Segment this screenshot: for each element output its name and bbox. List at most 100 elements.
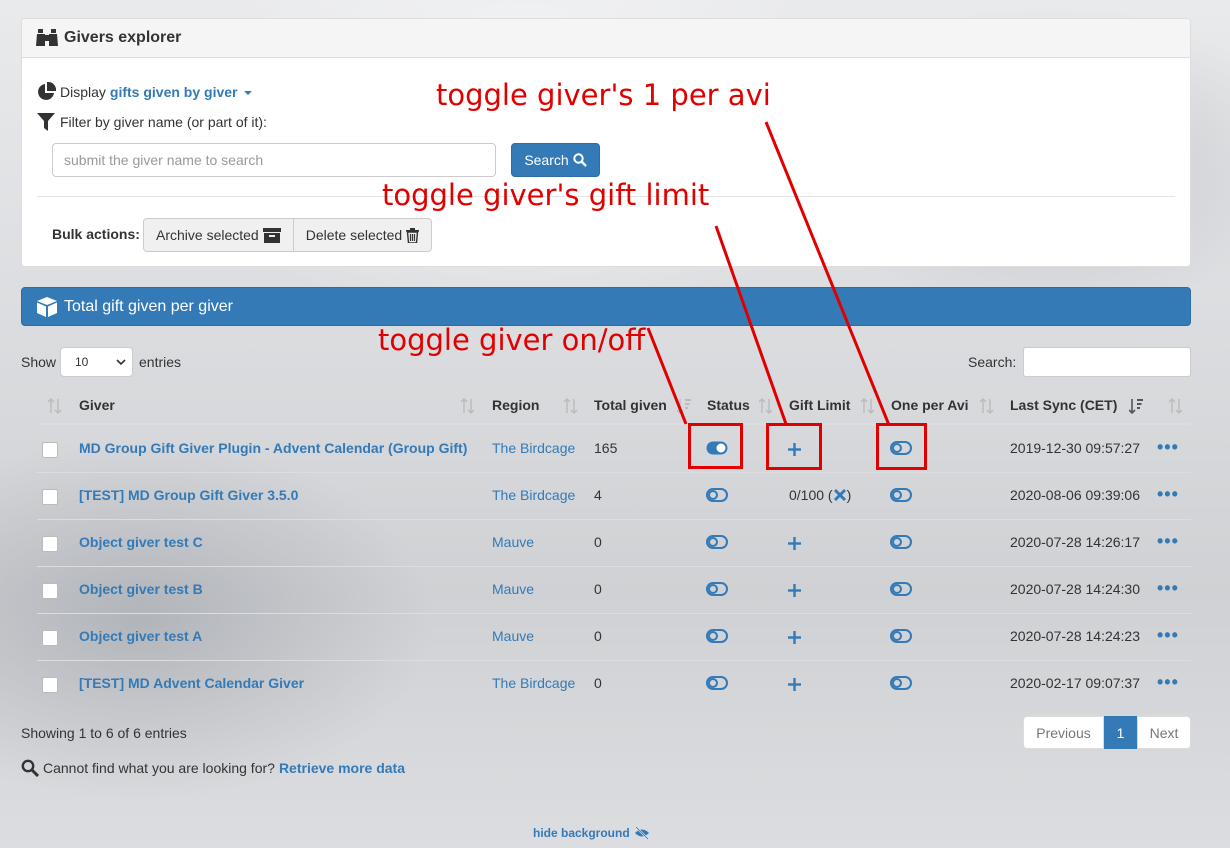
close-icon[interactable] bbox=[833, 488, 847, 502]
sort-desc-icon[interactable] bbox=[677, 398, 691, 414]
one-per-avi-toggle[interactable] bbox=[890, 675, 912, 693]
status-toggle[interactable] bbox=[706, 675, 728, 693]
table-search-input[interactable] bbox=[1023, 347, 1191, 377]
toggle-off-icon bbox=[706, 487, 728, 502]
one-per-avi-toggle[interactable] bbox=[890, 581, 912, 599]
col-status[interactable]: Status bbox=[707, 397, 750, 413]
giver-link[interactable]: Object giver test B bbox=[79, 581, 203, 597]
toggle-off-icon bbox=[890, 534, 912, 549]
entries-select[interactable]: 10 bbox=[60, 347, 133, 377]
giver-link[interactable]: Object giver test C bbox=[79, 534, 203, 550]
status-toggle[interactable] bbox=[706, 487, 728, 505]
show-label: Show bbox=[21, 354, 57, 370]
row-checkbox[interactable] bbox=[42, 582, 58, 599]
retrieve-more-link[interactable]: Retrieve more data bbox=[279, 760, 405, 776]
status-toggle[interactable] bbox=[706, 534, 728, 552]
panel-table-title: Total gift given per giver bbox=[64, 297, 233, 315]
chevron-down-icon bbox=[116, 359, 126, 366]
total-given: 0 bbox=[594, 627, 602, 644]
row-actions-ellipsis-icon[interactable]: ••• bbox=[1157, 484, 1179, 505]
col-last-sync[interactable]: Last Sync (CET) bbox=[1010, 397, 1117, 413]
bulk-actions-label: Bulk actions: bbox=[52, 226, 140, 242]
col-total-given[interactable]: Total given bbox=[594, 397, 667, 413]
previous-button[interactable]: Previous bbox=[1023, 716, 1104, 749]
sort-icon[interactable] bbox=[759, 398, 773, 414]
search-button[interactable]: Search bbox=[511, 143, 600, 177]
gift-limit-toggle[interactable]: + bbox=[788, 583, 801, 600]
region-link[interactable]: Mauve bbox=[492, 534, 534, 550]
region-link[interactable]: The Birdcage bbox=[492, 487, 575, 503]
pie-chart-icon bbox=[38, 82, 56, 100]
sort-icon[interactable] bbox=[1169, 398, 1183, 414]
total-given: 0 bbox=[594, 674, 602, 691]
annotation-one-per-avi: toggle giver's 1 per avi bbox=[436, 78, 771, 112]
sort-desc-icon[interactable] bbox=[1129, 398, 1143, 414]
total-given: 0 bbox=[594, 580, 602, 597]
filter-icon bbox=[37, 113, 55, 131]
display-row: Display gifts given by giver bbox=[36, 82, 252, 102]
plus-icon bbox=[788, 677, 801, 691]
row-checkbox[interactable] bbox=[42, 441, 58, 458]
giver-link[interactable]: [TEST] MD Group Gift Giver 3.5.0 bbox=[79, 487, 298, 503]
col-region[interactable]: Region bbox=[492, 397, 539, 413]
one-per-avi-toggle[interactable] bbox=[890, 487, 912, 505]
total-given: 0 bbox=[594, 533, 602, 550]
delete-label: Delete selected bbox=[305, 227, 403, 243]
entries-value: 10 bbox=[75, 355, 89, 369]
one-per-avi-toggle[interactable] bbox=[890, 534, 912, 552]
row-actions-ellipsis-icon[interactable]: ••• bbox=[1157, 672, 1179, 693]
sort-icon[interactable] bbox=[48, 398, 62, 414]
toggle-off-icon bbox=[706, 675, 728, 690]
col-gift-limit[interactable]: Gift Limit bbox=[789, 397, 850, 413]
row-actions-ellipsis-icon[interactable]: ••• bbox=[1157, 531, 1179, 552]
next-button[interactable]: Next bbox=[1137, 716, 1191, 749]
giver-link[interactable]: MD Group Gift Giver Plugin - Advent Cale… bbox=[79, 440, 467, 456]
search-icon bbox=[21, 759, 39, 777]
giver-link[interactable]: Object giver test A bbox=[79, 628, 202, 644]
last-sync: 2020-08-06 09:39:06 bbox=[1010, 486, 1140, 503]
last-sync: 2020-07-28 14:24:30 bbox=[1010, 580, 1140, 597]
giver-link[interactable]: [TEST] MD Advent Calendar Giver bbox=[79, 675, 304, 691]
sort-icon[interactable] bbox=[980, 398, 994, 414]
toggle-off-icon bbox=[890, 675, 912, 690]
gift-limit-toggle[interactable]: + bbox=[788, 677, 801, 694]
row-divider bbox=[37, 613, 1191, 614]
last-sync: 2020-07-28 14:26:17 bbox=[1010, 533, 1140, 550]
row-actions-ellipsis-icon[interactable]: ••• bbox=[1157, 625, 1179, 646]
row-checkbox[interactable] bbox=[42, 535, 58, 552]
col-one-per-avi[interactable]: One per Avi bbox=[891, 397, 969, 413]
col-giver[interactable]: Giver bbox=[79, 397, 115, 413]
display-label: Display bbox=[60, 84, 106, 100]
status-toggle[interactable] bbox=[706, 628, 728, 646]
region-link[interactable]: Mauve bbox=[492, 628, 534, 644]
giver-search-input[interactable] bbox=[52, 143, 496, 177]
toggle-off-icon bbox=[890, 487, 912, 502]
entries-label: entries bbox=[139, 354, 182, 370]
page-1-button[interactable]: 1 bbox=[1104, 716, 1137, 749]
sort-icon[interactable] bbox=[861, 398, 875, 414]
delete-selected-button[interactable]: Delete selected bbox=[293, 218, 433, 252]
toggle-off-icon bbox=[706, 628, 728, 643]
row-checkbox[interactable] bbox=[42, 488, 58, 505]
row-checkbox[interactable] bbox=[42, 629, 58, 646]
display-value: gifts given by giver bbox=[109, 84, 238, 100]
hide-background-link[interactable]: hide background bbox=[533, 826, 650, 840]
archive-selected-button[interactable]: Archive selected bbox=[143, 218, 294, 252]
status-toggle[interactable] bbox=[706, 581, 728, 599]
row-actions-ellipsis-icon[interactable]: ••• bbox=[1157, 578, 1179, 599]
display-dropdown[interactable]: gifts given by giver bbox=[110, 84, 252, 100]
sort-icon[interactable] bbox=[461, 398, 475, 414]
row-checkbox[interactable] bbox=[42, 676, 58, 693]
row-actions-ellipsis-icon[interactable]: ••• bbox=[1157, 437, 1179, 458]
one-per-avi-toggle[interactable] bbox=[890, 628, 912, 646]
region-link[interactable]: The Birdcage bbox=[492, 675, 575, 691]
region-link[interactable]: The Birdcage bbox=[492, 440, 575, 456]
region-link[interactable]: Mauve bbox=[492, 581, 534, 597]
cant-find-text: Cannot find what you are looking for? bbox=[43, 760, 275, 776]
filter-row: Filter by giver name (or part of it): bbox=[36, 112, 267, 132]
caret-down-icon bbox=[243, 91, 252, 96]
toggle-off-icon bbox=[706, 534, 728, 549]
sort-icon[interactable] bbox=[564, 398, 578, 414]
gift-limit-toggle[interactable]: + bbox=[788, 536, 801, 553]
gift-limit-toggle[interactable]: + bbox=[788, 630, 801, 647]
